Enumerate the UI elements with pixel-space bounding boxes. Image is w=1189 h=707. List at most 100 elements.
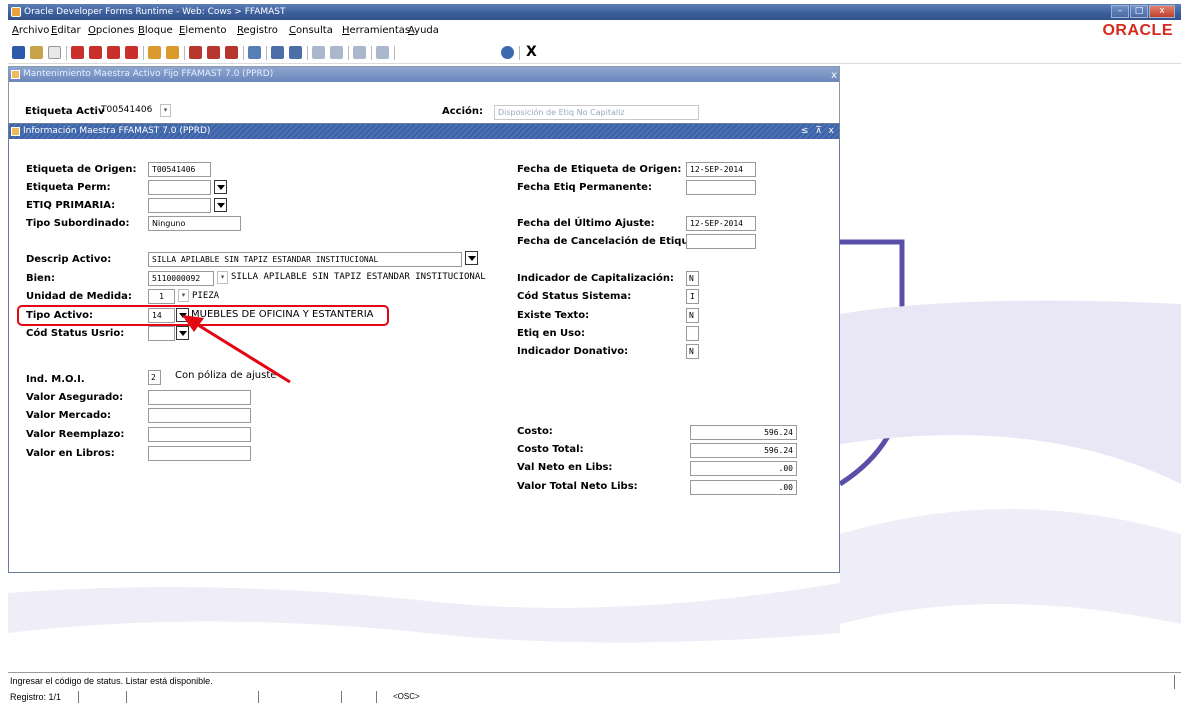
window-title: Oracle Developer Forms Runtime - Web: Co… <box>24 7 286 17</box>
child-form-title-bar: Información Maestra FFAMAST 7.0 (PPRD) ≤… <box>9 124 839 139</box>
record-icon[interactable] <box>289 46 302 59</box>
accion-select[interactable]: Disposición de Etiq No Capitaliz <box>494 105 699 120</box>
etiq-primaria-dropdown-icon[interactable] <box>214 198 227 212</box>
menu-ayuda[interactable]: Ayuda <box>408 25 439 36</box>
costo-total-label: Costo Total: <box>517 444 584 455</box>
etiqueta-perm-label: Etiqueta Perm: <box>26 182 111 193</box>
valor-total-neto-label: Valor Total Neto Libs: <box>517 481 638 492</box>
indicador-donativo-label: Indicador Donativo: <box>517 346 629 357</box>
ind-moi-code-field[interactable]: 2 <box>148 370 161 385</box>
valor-reemplazo-label: Valor Reemplazo: <box>26 429 125 440</box>
osc-indicator: <OSC> <box>393 692 420 701</box>
enter-query-icon[interactable] <box>148 46 161 59</box>
val-neto-libs-field[interactable]: .00 <box>690 461 797 476</box>
menu-elemento[interactable]: Elemento <box>179 25 227 36</box>
etiqueta-activo-value[interactable]: T00541406 <box>101 105 152 115</box>
close-button[interactable]: x <box>1149 5 1175 18</box>
etiqueta-perm-field[interactable] <box>148 180 211 195</box>
menu-editar[interactable]: Editar <box>51 25 81 36</box>
indicador-capitalizacion-field[interactable]: N <box>686 271 699 286</box>
cod-status-usrio-label: Cód Status Usrio: <box>26 328 125 339</box>
valor-libros-field[interactable] <box>148 446 251 461</box>
annotation-arrow <box>182 315 291 384</box>
insert-record-icon[interactable] <box>189 46 202 59</box>
valor-asegurado-field[interactable] <box>148 390 251 405</box>
menu-consulta[interactable]: Consulta <box>289 25 333 36</box>
menu-herramientas[interactable]: Herramientas <box>342 25 410 36</box>
indicador-donativo-field[interactable]: N <box>686 344 699 359</box>
help-icon[interactable] <box>376 46 389 59</box>
exit-button[interactable]: X <box>526 44 537 60</box>
menu-archivo[interactable]: Archivo <box>12 25 49 36</box>
bien-code-field[interactable]: 5110000092 <box>148 271 214 286</box>
lock-record-icon[interactable] <box>225 46 238 59</box>
minimize-button[interactable]: – <box>1111 5 1129 18</box>
paste-icon[interactable] <box>107 46 120 59</box>
copy-icon[interactable] <box>89 46 102 59</box>
undo-icon[interactable] <box>30 46 43 59</box>
execute-query-icon[interactable] <box>166 46 179 59</box>
etiq-primaria-label: ETIQ PRIMARIA: <box>26 200 116 211</box>
descrip-activo-dropdown-icon[interactable] <box>465 251 478 265</box>
lov-icon[interactable] <box>248 46 261 59</box>
edit-icon[interactable] <box>353 46 366 59</box>
unidad-medida-label: Unidad de Medida: <box>26 291 132 302</box>
save-icon[interactable] <box>12 46 25 59</box>
background-art-lower <box>8 583 840 643</box>
descrip-activo-label: Descrip Activo: <box>26 254 112 265</box>
toolbar: X <box>8 42 1181 64</box>
valor-asegurado-label: Valor Asegurado: <box>26 392 124 403</box>
valor-reemplazo-field[interactable] <box>148 427 251 442</box>
etiq-primaria-field[interactable] <box>148 198 211 213</box>
etiqueta-origen-field[interactable]: T00541406 <box>148 162 211 177</box>
child-form-window: Información Maestra FFAMAST 7.0 (PPRD) ≤… <box>8 123 840 573</box>
clear-icon[interactable] <box>125 46 138 59</box>
etiq-en-uso-field[interactable] <box>686 326 699 341</box>
bien-lov-icon[interactable]: ▾ <box>217 271 228 284</box>
parent-form-title-bar: Mantenimiento Maestra Activo Fijo FFAMAS… <box>9 67 839 82</box>
etiqueta-activo-label: Etiqueta Activ <box>25 106 105 117</box>
fecha-etiqueta-origen-label: Fecha de Etiqueta de Origen: <box>517 164 682 175</box>
child-form-title: Información Maestra FFAMAST 7.0 (PPRD) <box>23 126 211 136</box>
valor-mercado-field[interactable] <box>148 408 251 423</box>
fecha-ultimo-ajuste-field[interactable]: 12-SEP-2014 <box>686 216 756 231</box>
block-icon[interactable] <box>271 46 284 59</box>
indicador-capitalizacion-label: Indicador de Capitalización: <box>517 273 674 284</box>
menu-bar: Archivo Editar Opciones Bloque Elemento … <box>8 21 1181 41</box>
tipo-subordinado-select[interactable]: Ninguno <box>148 216 241 231</box>
app-icon <box>11 7 21 17</box>
menu-registro[interactable]: Registro <box>237 25 278 36</box>
existe-texto-field[interactable]: N <box>686 308 699 323</box>
accion-label: Acción: <box>442 106 484 117</box>
remove-record-icon[interactable] <box>207 46 220 59</box>
etiqueta-perm-dropdown-icon[interactable] <box>214 180 227 194</box>
fecha-cancelacion-field[interactable] <box>686 234 756 249</box>
menu-opciones[interactable]: Opciones <box>88 25 134 36</box>
ind-moi-label: Ind. M.O.I. <box>26 374 85 385</box>
cut-icon[interactable] <box>71 46 84 59</box>
child-window-controls[interactable]: ≤ ⊼ x <box>801 124 836 139</box>
menu-bloque[interactable]: Bloque <box>138 25 173 36</box>
globe-icon[interactable] <box>501 46 514 59</box>
form-icon <box>11 127 20 136</box>
status-scroll-indicator <box>1172 675 1175 689</box>
background-art <box>840 239 1181 624</box>
costo-label: Costo: <box>517 426 553 437</box>
parent-close-icon[interactable]: x <box>831 68 837 83</box>
status-message: Ingresar el código de status. Listar est… <box>10 676 213 686</box>
fecha-etiq-permanente-field[interactable] <box>686 180 756 195</box>
print-icon[interactable] <box>48 46 61 59</box>
descrip-activo-field[interactable]: SILLA APILABLE SIN TAPIZ ESTANDAR INSTIT… <box>148 252 462 267</box>
parent-form-title: Mantenimiento Maestra Activo Fijo FFAMAS… <box>23 69 274 79</box>
oracle-logo: ORACLE <box>1102 22 1173 39</box>
maximize-button[interactable]: □ <box>1130 5 1148 18</box>
etiqueta-lov-icon[interactable]: ▾ <box>160 104 171 117</box>
etiqueta-origen-label: Etiqueta de Origen: <box>26 164 137 175</box>
costo-field[interactable]: 596.24 <box>690 425 797 440</box>
fecha-etiqueta-origen-field[interactable]: 12-SEP-2014 <box>686 162 756 177</box>
cod-status-sistema-field[interactable]: I <box>686 289 699 304</box>
valor-total-neto-field[interactable]: .00 <box>690 480 797 495</box>
prev-icon[interactable] <box>312 46 325 59</box>
next-icon[interactable] <box>330 46 343 59</box>
costo-total-field[interactable]: 596.24 <box>690 443 797 458</box>
